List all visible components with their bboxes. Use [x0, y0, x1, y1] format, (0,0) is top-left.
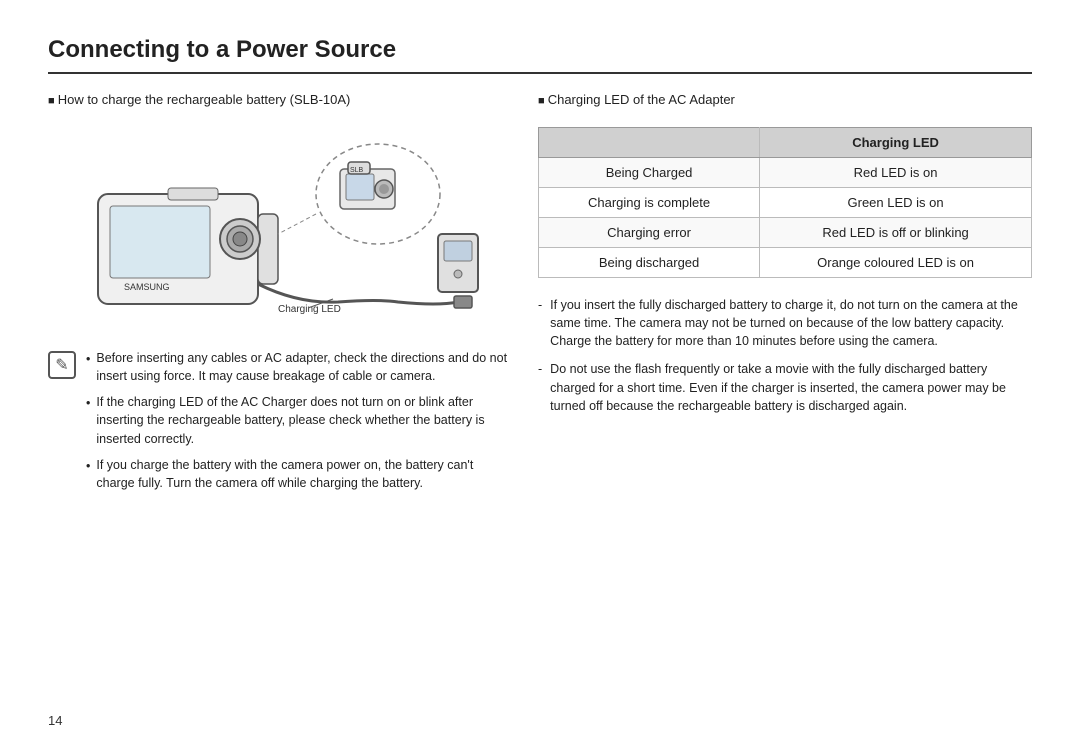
table-cell-status: Being Charged: [539, 158, 760, 188]
info-dash: -: [538, 360, 542, 414]
page: Connecting to a Power Source How to char…: [0, 0, 1080, 746]
svg-text:SAMSUNG: SAMSUNG: [124, 282, 170, 292]
info-item: -If you insert the fully discharged batt…: [538, 296, 1032, 350]
content-area: How to charge the rechargeable battery (…: [48, 92, 1032, 716]
table-row: Being dischargedOrange coloured LED is o…: [539, 248, 1032, 278]
table-cell-status: Charging is complete: [539, 188, 760, 218]
table-row: Being ChargedRed LED is on: [539, 158, 1032, 188]
info-dash: -: [538, 296, 542, 350]
info-item: -Do not use the flash frequently or take…: [538, 360, 1032, 414]
note-text: If you charge the battery with the camer…: [96, 456, 508, 492]
table-cell-led: Green LED is on: [760, 188, 1032, 218]
camera-illustration: SAMSUNG SLB: [68, 134, 488, 324]
note-bullet: •: [86, 350, 90, 385]
camera-diagram: SAMSUNG SLB: [48, 129, 508, 329]
table-cell-led: Red LED is off or blinking: [760, 218, 1032, 248]
left-section-label: How to charge the rechargeable battery (…: [48, 92, 508, 107]
svg-text:Charging LED: Charging LED: [278, 304, 341, 315]
left-column: How to charge the rechargeable battery (…: [48, 92, 508, 716]
charging-table: Charging LED Being ChargedRed LED is onC…: [538, 127, 1032, 278]
notes-icon: ✎: [48, 351, 76, 379]
notes-box: ✎ •Before inserting any cables or AC ada…: [48, 349, 508, 492]
note-bullet: •: [86, 394, 90, 447]
info-text: Do not use the flash frequently or take …: [550, 360, 1032, 414]
note-text: Before inserting any cables or AC adapte…: [96, 349, 508, 385]
right-section-label: Charging LED of the AC Adapter: [538, 92, 1032, 107]
page-title: Connecting to a Power Source: [48, 36, 1032, 74]
note-item: •Before inserting any cables or AC adapt…: [86, 349, 508, 385]
table-cell-status: Being discharged: [539, 248, 760, 278]
table-cell-led: Red LED is on: [760, 158, 1032, 188]
notes-list: •Before inserting any cables or AC adapt…: [86, 349, 508, 492]
table-row: Charging errorRed LED is off or blinking: [539, 218, 1032, 248]
table-cell-led: Orange coloured LED is on: [760, 248, 1032, 278]
note-item: •If you charge the battery with the came…: [86, 456, 508, 492]
table-header-col1: [539, 128, 760, 158]
table-row: Charging is completeGreen LED is on: [539, 188, 1032, 218]
right-column: Charging LED of the AC Adapter Charging …: [538, 92, 1032, 716]
svg-text:SLB: SLB: [350, 167, 364, 174]
note-bullet: •: [86, 457, 90, 492]
info-section: -If you insert the fully discharged batt…: [538, 296, 1032, 415]
note-item: •If the charging LED of the AC Charger d…: [86, 393, 508, 447]
page-number: 14: [48, 713, 62, 728]
info-text: If you insert the fully discharged batte…: [550, 296, 1032, 350]
table-header-col2: Charging LED: [760, 128, 1032, 158]
table-cell-status: Charging error: [539, 218, 760, 248]
note-text: If the charging LED of the AC Charger do…: [96, 393, 508, 447]
